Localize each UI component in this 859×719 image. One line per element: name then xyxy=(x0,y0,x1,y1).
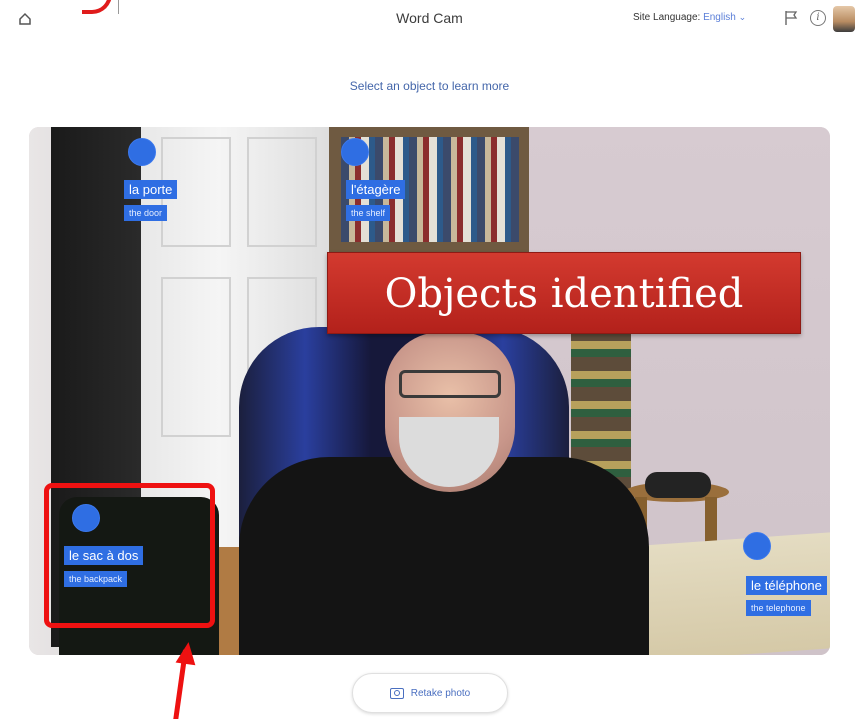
flag-icon[interactable] xyxy=(784,10,798,26)
divider xyxy=(118,0,119,14)
object-translation-shelf[interactable]: the shelf xyxy=(346,205,391,221)
object-marker-telephone[interactable] xyxy=(743,532,771,560)
object-label-telephone[interactable]: le téléphone xyxy=(746,576,827,595)
word-cam-window: Word Cam Site Language: English ⌄ i Sele… xyxy=(0,0,859,719)
site-language-value[interactable]: English xyxy=(703,12,736,23)
object-translation-telephone[interactable]: the telephone xyxy=(746,600,811,616)
object-marker-door[interactable] xyxy=(128,138,156,166)
object-translation-door[interactable]: the door xyxy=(124,205,168,221)
header: Word Cam Site Language: English ⌄ i xyxy=(0,0,859,40)
camera-icon xyxy=(389,687,404,699)
object-label-shelf[interactable]: l'étagère xyxy=(346,180,406,199)
retake-photo-button[interactable]: Retake photo xyxy=(352,673,508,713)
info-icon[interactable]: i xyxy=(810,10,826,26)
instruction-text: Select an object to learn more xyxy=(349,79,510,93)
site-language-selector[interactable]: Site Language: English ⌄ xyxy=(633,12,746,23)
door-panel xyxy=(161,277,231,437)
person-glasses xyxy=(399,370,501,398)
retake-photo-label: Retake photo xyxy=(410,687,471,699)
object-label-door[interactable]: la porte xyxy=(124,180,178,199)
site-language-label: Site Language: xyxy=(633,12,701,23)
objects-identified-banner: Objects identified xyxy=(327,252,801,334)
avatar[interactable] xyxy=(833,6,855,32)
door-panel xyxy=(247,137,317,247)
speaker-image xyxy=(645,472,711,498)
highlight-box xyxy=(44,483,215,628)
chevron-down-icon[interactable]: ⌄ xyxy=(739,12,747,22)
object-marker-shelf[interactable] xyxy=(341,138,369,166)
